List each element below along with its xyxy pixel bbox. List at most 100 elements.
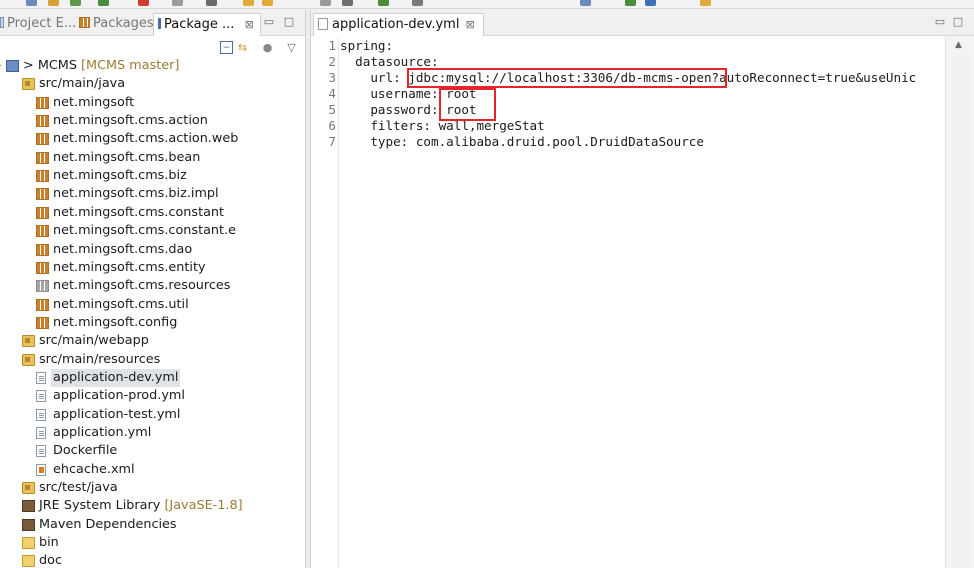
tree-item[interactable]: ›net.mingsoft.cms.biz.impl: [0, 185, 305, 203]
view-toolbar: − ⇆ ● ▽: [0, 37, 305, 57]
scroll-up-icon[interactable]: ▲: [955, 40, 962, 50]
tree-item[interactable]: ›net.mingsoft.cms.action.web: [0, 130, 305, 148]
tree-item-label: src/test/java: [39, 479, 118, 497]
tree-item[interactable]: ▸ > MCMS [MCMS master]: [0, 57, 305, 75]
tree-item[interactable]: ›net.mingsoft.cms.bean: [0, 149, 305, 167]
tab-package-explorer[interactable]: Package ... ⊠: [153, 13, 261, 36]
tree-item-label: doc: [39, 552, 62, 568]
tab-label: Package ...: [164, 17, 235, 32]
minimize-icon[interactable]: ▭: [933, 15, 947, 28]
tree-item[interactable]: ›net.mingsoft.cms.resources: [0, 277, 305, 295]
tree-item[interactable]: application-prod.yml: [0, 387, 305, 405]
package-icon: [36, 188, 49, 201]
code-text: password: root: [340, 102, 477, 117]
tree-item[interactable]: ehcache.xml: [0, 461, 305, 479]
code-line[interactable]: 5 password: root: [311, 102, 945, 118]
tree-item[interactable]: ›src/main/webapp: [0, 332, 305, 350]
tab-application-dev-yml[interactable]: application-dev.yml ⊠: [313, 13, 484, 36]
tree-item-text: application-test.yml: [53, 406, 181, 422]
code-line[interactable]: 3 url: jdbc:mysql://localhost:3306/db-mc…: [311, 70, 945, 86]
tree-item[interactable]: ›Maven Dependencies: [0, 516, 305, 534]
toolbar-icon[interactable]: [172, 0, 183, 6]
tree-item[interactable]: ›net.mingsoft.cms.biz: [0, 167, 305, 185]
tree-item-label: Maven Dependencies: [39, 516, 177, 534]
empty-package-icon: [36, 280, 49, 293]
maximize-icon[interactable]: □: [282, 15, 296, 28]
maximize-icon[interactable]: □: [951, 15, 965, 28]
tree-item-text: net.mingsoft.cms.action: [53, 113, 208, 129]
close-icon[interactable]: ⊠: [465, 18, 474, 31]
focus-icon[interactable]: ●: [261, 41, 274, 54]
vertical-scrollbar[interactable]: ▲: [945, 36, 974, 568]
tree-item[interactable]: ›net.mingsoft.cms.dao: [0, 241, 305, 259]
package-icon: [36, 225, 49, 238]
tree-item[interactable]: ›net.mingsoft.cms.constant: [0, 204, 305, 222]
stop-icon[interactable]: [138, 0, 149, 6]
code-line[interactable]: 4 username: root: [311, 86, 945, 102]
tree-item[interactable]: ›net.mingsoft.config: [0, 314, 305, 332]
toolbar-icon[interactable]: [700, 0, 711, 6]
tree-item[interactable]: ›src/test/java: [0, 479, 305, 497]
toolbar-icon[interactable]: [342, 0, 353, 6]
tree-item-label: src/main/webapp: [39, 332, 149, 350]
toolbar-icon[interactable]: [262, 0, 273, 6]
toolbar-icon[interactable]: [645, 0, 656, 6]
toolbar-icon[interactable]: [320, 0, 331, 6]
chevron-right-icon[interactable]: ▸: [0, 57, 4, 75]
yml-file-icon: [36, 408, 46, 421]
left-tab-bar: Project E... Packages Package ... ⊠ ▭ □: [0, 10, 305, 36]
folder-icon: [22, 555, 35, 568]
editor-tab-bar: application-dev.yml ⊠ ▭ □: [311, 10, 974, 36]
toolbar-icon[interactable]: [243, 0, 254, 6]
toolbar-icon[interactable]: [26, 0, 37, 6]
tree-item[interactable]: ›net.mingsoft.cms.entity: [0, 259, 305, 277]
tree-item[interactable]: application.yml: [0, 424, 305, 442]
line-number: 3: [328, 70, 336, 85]
scroll-track[interactable]: [952, 56, 969, 568]
collapse-all-icon[interactable]: −: [220, 41, 233, 54]
close-icon[interactable]: ⊠: [245, 18, 254, 31]
tab-packages[interactable]: Packages: [79, 13, 154, 36]
toolbar-icon[interactable]: [70, 0, 81, 6]
code-line[interactable]: 1 spring:: [311, 38, 945, 54]
toolbar-icon[interactable]: [206, 0, 217, 6]
minimize-icon[interactable]: ▭: [262, 15, 276, 28]
toolbar-icon[interactable]: [625, 0, 636, 6]
tree-item[interactable]: ›net.mingsoft.cms.constant.e: [0, 222, 305, 240]
tree-item[interactable]: ⌄src/main/resources: [0, 351, 305, 369]
toolbar-icon[interactable]: [412, 0, 423, 6]
toolbar-icon[interactable]: [378, 0, 389, 6]
tree-item-label: net.mingsoft.cms.action.web: [53, 130, 238, 148]
code-line[interactable]: 7 type: com.alibaba.druid.pool.DruidData…: [311, 134, 945, 150]
debug-icon[interactable]: [98, 0, 109, 6]
tree-item[interactable]: ›JRE System Library [JavaSE-1.8]: [0, 497, 305, 515]
code-line[interactable]: 6 filters: wall,mergeStat: [311, 118, 945, 134]
tree-item[interactable]: Dockerfile: [0, 442, 305, 460]
package-icon: [36, 261, 49, 274]
code-line[interactable]: 2 datasource:: [311, 54, 945, 70]
link-with-editor-icon[interactable]: ⇆: [236, 41, 249, 54]
package-icon: [36, 243, 49, 256]
tree-item[interactable]: ⌄src/main/java: [0, 75, 305, 93]
package-icon: [36, 316, 49, 329]
tree-item[interactable]: ›bin: [0, 534, 305, 552]
tree-item[interactable]: application-test.yml: [0, 406, 305, 424]
toolbar-icon[interactable]: [48, 0, 59, 6]
toolbar-icon[interactable]: [580, 0, 591, 6]
view-menu-icon[interactable]: ▽: [285, 41, 298, 54]
tree-item[interactable]: ›net.mingsoft.cms.action: [0, 112, 305, 130]
code-editor[interactable]: 1 spring: 2 datasource: 3 url: jdbc:mysql:/…: [311, 38, 945, 568]
tree-item-text: bin: [39, 535, 59, 551]
tree-item[interactable]: application-dev.yml: [0, 368, 305, 387]
package-icon: [36, 298, 49, 311]
tree-item[interactable]: ›net.mingsoft: [0, 94, 305, 112]
code-text: type: com.alibaba.druid.pool.DruidDataSo…: [340, 134, 704, 149]
tree-item[interactable]: ›net.mingsoft.cms.util: [0, 296, 305, 314]
tree-item-label: net.mingsoft.config: [53, 314, 177, 332]
tree-item-text: application-dev.yml: [53, 369, 179, 385]
tree-item[interactable]: ›doc: [0, 552, 305, 568]
project-explorer-icon: [0, 17, 4, 28]
tab-label: Packages: [93, 16, 154, 31]
tree-item-text: net.mingsoft: [53, 94, 135, 110]
tab-project-explorer[interactable]: Project E...: [0, 13, 76, 36]
